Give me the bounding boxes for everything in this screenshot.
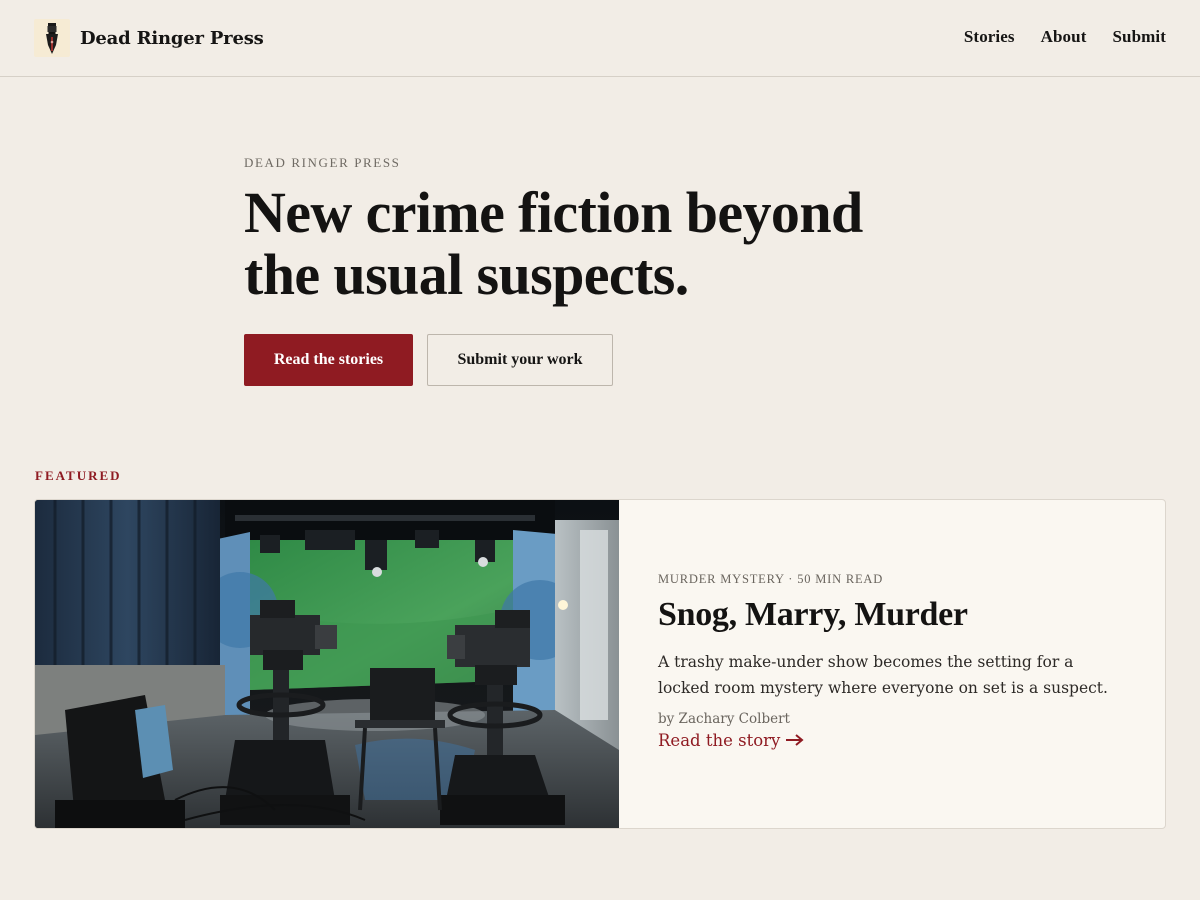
hero-title: New crime fiction beyond the usual suspe… xyxy=(244,182,944,306)
story-title[interactable]: Snog, Marry, Murder xyxy=(658,595,1128,635)
hero-kicker: DEAD RINGER PRESS xyxy=(244,155,401,170)
fountain-pen-icon xyxy=(34,19,70,57)
nav-about[interactable]: About xyxy=(1041,27,1087,47)
read-story-label: Read the story xyxy=(658,731,781,750)
hero-title-line-1: New crime fiction beyond xyxy=(244,180,863,245)
featured-label: FEATURED xyxy=(35,468,122,483)
brand-link[interactable]: Dead Ringer Press xyxy=(34,19,264,57)
arrow-right-icon xyxy=(786,731,804,750)
main-nav: Stories About Submit xyxy=(964,27,1166,47)
featured-story-body: MURDER MYSTERY · 50 MIN READ Snog, Marry… xyxy=(658,572,1128,750)
hero-title-line-2: the usual suspects. xyxy=(244,242,689,307)
brand-name: Dead Ringer Press xyxy=(80,27,264,49)
read-story-link[interactable]: Read the story xyxy=(658,731,804,750)
nav-stories[interactable]: Stories xyxy=(964,27,1015,47)
tv-studio-photo xyxy=(35,500,619,828)
story-excerpt: A trashy make-under show becomes the set… xyxy=(658,653,1108,697)
featured-story-card: MURDER MYSTERY · 50 MIN READ Snog, Marry… xyxy=(34,499,1166,829)
story-meta: MURDER MYSTERY · 50 MIN READ xyxy=(658,572,884,586)
featured-story-image[interactable] xyxy=(35,500,619,828)
read-stories-button[interactable]: Read the stories xyxy=(244,334,413,386)
site-header: Dead Ringer Press Stories About Submit xyxy=(0,0,1200,77)
story-byline: by Zachary Colbert xyxy=(658,711,790,727)
submit-work-button[interactable]: Submit your work xyxy=(427,334,613,386)
nav-submit[interactable]: Submit xyxy=(1112,27,1166,47)
